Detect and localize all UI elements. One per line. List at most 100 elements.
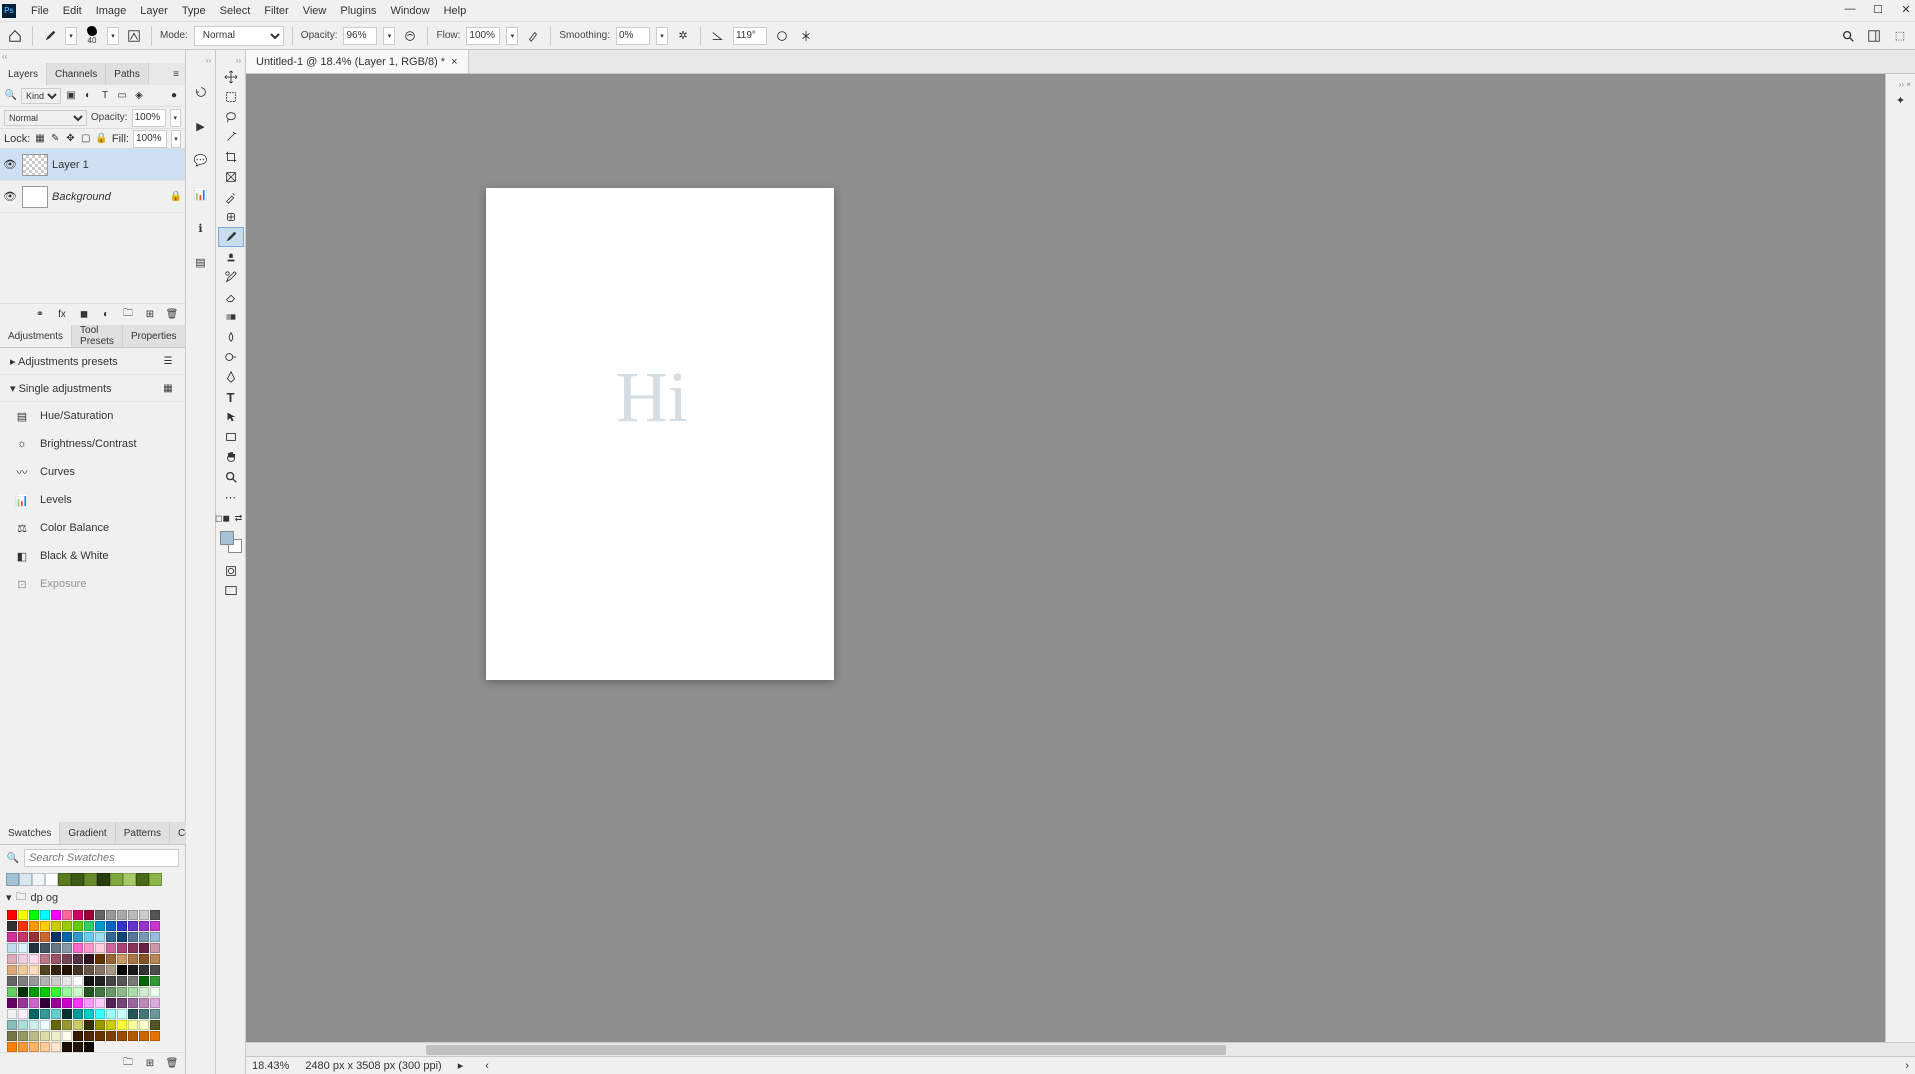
swatch[interactable] [32,873,45,886]
filter-toggle-icon[interactable]: ● [167,89,181,103]
list-view-icon[interactable]: ☰ [161,354,175,368]
swatch[interactable] [18,1042,28,1052]
swatch[interactable] [18,921,28,931]
single-adjustments-header[interactable]: ▾ Single adjustments ▦ [0,375,185,402]
swatch[interactable] [18,965,28,975]
share-icon[interactable]: ⬚ [1891,27,1909,45]
swatch[interactable] [106,954,116,964]
swatch[interactable] [40,1031,50,1041]
swatch[interactable] [29,1020,39,1030]
swatch[interactable] [73,998,83,1008]
swatch[interactable] [123,873,136,886]
swatch[interactable] [73,921,83,931]
swatch[interactable] [117,998,127,1008]
swatch[interactable] [73,965,83,975]
swatch[interactable] [128,998,138,1008]
delete-icon[interactable]: 🗑 [165,308,179,322]
swatch[interactable] [117,1020,127,1030]
swatch[interactable] [117,921,127,931]
swatch[interactable] [128,932,138,942]
swatch[interactable] [150,954,160,964]
healing-tool-icon[interactable] [218,207,244,227]
swatch[interactable] [139,987,149,997]
swatch[interactable] [7,1009,17,1019]
swatch[interactable] [7,943,17,953]
swatch[interactable] [139,1009,149,1019]
swatch[interactable] [29,932,39,942]
more-tools-icon[interactable]: ⋯ [218,487,244,507]
document-tab[interactable]: Untitled-1 @ 18.4% (Layer 1, RGB/8) * × [246,50,469,73]
adj-color-balance[interactable]: ⚖Color Balance [0,514,185,542]
dodge-tool-icon[interactable] [218,347,244,367]
swatch[interactable] [62,943,72,953]
menu-filter[interactable]: Filter [257,0,295,22]
status-dropdown[interactable]: ▸ [458,1059,464,1072]
stamp-tool-icon[interactable] [218,247,244,267]
tab-properties[interactable]: Properties [123,325,186,347]
filter-pixel-icon[interactable]: ▣ [64,89,78,103]
symmetry-icon[interactable] [797,27,815,45]
swatch[interactable] [62,1009,72,1019]
swatch[interactable] [117,954,127,964]
swatch[interactable] [51,998,61,1008]
swatch[interactable] [139,1031,149,1041]
menu-select[interactable]: Select [213,0,258,22]
swatch[interactable] [18,954,28,964]
swatch[interactable] [150,1031,160,1041]
fx-icon[interactable]: fx [55,308,69,322]
swatch[interactable] [84,987,94,997]
swatch[interactable] [106,921,116,931]
swatch[interactable] [128,1020,138,1030]
flow-input[interactable] [466,27,500,45]
swatch[interactable] [95,921,105,931]
swatch[interactable] [128,1009,138,1019]
swatch[interactable] [95,1031,105,1041]
minimize-icon[interactable]: — [1843,2,1857,16]
menu-help[interactable]: Help [437,0,474,22]
visibility-icon[interactable]: 👁 [2,157,18,173]
fill-dropdown[interactable]: ▾ [171,130,181,148]
swatch[interactable] [51,1020,61,1030]
swatch[interactable] [62,1042,72,1052]
swatch[interactable] [19,873,32,886]
brush-tool-icon[interactable] [218,227,244,247]
screen-mode-icon[interactable] [218,581,244,601]
swatch[interactable] [62,1031,72,1041]
swatch[interactable] [29,921,39,931]
swatch[interactable] [84,976,94,986]
adj-black-white[interactable]: ◧Black & White [0,542,185,570]
new-group-icon[interactable]: 🗀 [121,1057,135,1071]
swatch[interactable] [29,943,39,953]
lock-pixels-icon[interactable]: ▦ [34,132,45,146]
foreground-color-swatch[interactable] [220,531,234,545]
swatch[interactable] [139,976,149,986]
color-picker[interactable] [218,529,244,555]
swatch[interactable] [6,873,19,886]
swatch[interactable] [51,1031,61,1041]
adjustments-presets-header[interactable]: ▸ Adjustments presets ☰ [0,348,185,375]
swatch[interactable] [95,1009,105,1019]
swatch[interactable] [51,987,61,997]
status-nav-left[interactable]: ‹ [485,1060,489,1072]
swatch[interactable] [139,954,149,964]
swatch[interactable] [18,1009,28,1019]
eyedropper-tool-icon[interactable] [218,187,244,207]
swatch[interactable] [84,1031,94,1041]
filter-smart-icon[interactable]: ◈ [132,89,146,103]
swatch[interactable] [18,1031,28,1041]
swatch[interactable] [29,965,39,975]
swatch[interactable] [29,987,39,997]
swatch[interactable] [18,932,28,942]
swatch[interactable] [136,873,149,886]
swatch[interactable] [62,976,72,986]
swatch[interactable] [128,965,138,975]
layer-filter-kind[interactable]: Kind [21,88,61,104]
swatch[interactable] [29,910,39,920]
tab-paths[interactable]: Paths [106,63,149,85]
link-icon[interactable]: ⚭ [33,308,47,322]
menu-layer[interactable]: Layer [133,0,175,22]
pressure-opacity-icon[interactable] [401,27,419,45]
opacity-dropdown[interactable]: ▾ [383,27,395,45]
swatch[interactable] [18,910,28,920]
swatch[interactable] [18,998,28,1008]
